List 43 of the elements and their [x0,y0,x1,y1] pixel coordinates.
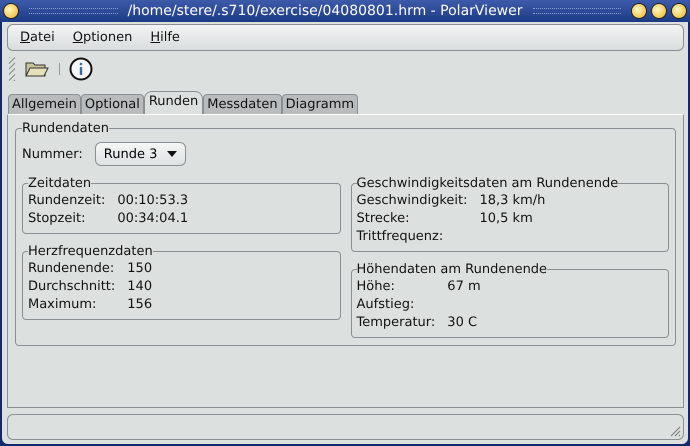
group-title: Geschwindigkeitsdaten am Rundenende [356,176,618,191]
group-title: Rundendaten [22,121,109,136]
close-icon[interactable] [671,3,688,19]
window-title: /home/stere/.s710/exercise/04080801.hrm - PolarViewer [128,3,522,19]
field-label: Temperatur: [356,315,436,331]
field-label: Stopzeit: [28,211,86,227]
group-title: Zeitdaten [28,176,92,191]
field-value: 150 [127,261,154,277]
menu-item[interactable]: Datei [20,30,55,45]
maximize-icon[interactable] [651,3,668,19]
info-icon[interactable] [69,57,93,81]
tab[interactable]: Messdaten [203,94,282,114]
field-label: Rundenzeit: [28,193,106,209]
caret-icon [167,151,178,157]
field-value: 18,3 km/h [479,193,546,209]
menu-item[interactable]: Optionen [72,30,132,45]
field-value: 156 [127,297,154,313]
field-label: Maximum: [28,297,98,313]
lap-dropdown[interactable]: Runde 3 [94,142,186,166]
menu-item[interactable]: Hilfe [150,30,180,45]
field-value: 140 [127,279,154,295]
field-label: Höhe: [356,279,396,295]
number-label: Nummer: [22,146,83,162]
field-label: Geschwindigkeit: [356,193,468,209]
field-value: 10,5 km [479,211,534,227]
field-label: Aufstieg: [356,297,416,313]
resize-grip-icon[interactable] [669,425,681,437]
tab[interactable]: Allgemein [8,94,81,114]
field-value: 30 C [447,315,478,331]
tab[interactable]: Optional [80,94,144,114]
field-label: Durchschnitt: [28,279,116,295]
field-value: 67 m [447,279,482,295]
tab[interactable]: Runden [144,91,204,114]
window-menu-icon[interactable] [3,3,19,19]
group-title: Herzfrequenzdaten [28,244,153,259]
tab[interactable]: Diagramm [282,94,358,114]
field-label: Rundenende: [28,261,116,277]
field-label: Trittfrequenz: [356,229,444,245]
field-value: 00:34:04.1 [117,211,190,227]
field-value: 00:10:53.3 [117,193,190,209]
group-title: Höhendaten am Rundenende [356,262,548,277]
minimize-icon[interactable] [631,3,648,19]
field-label: Strecke: [356,211,410,227]
